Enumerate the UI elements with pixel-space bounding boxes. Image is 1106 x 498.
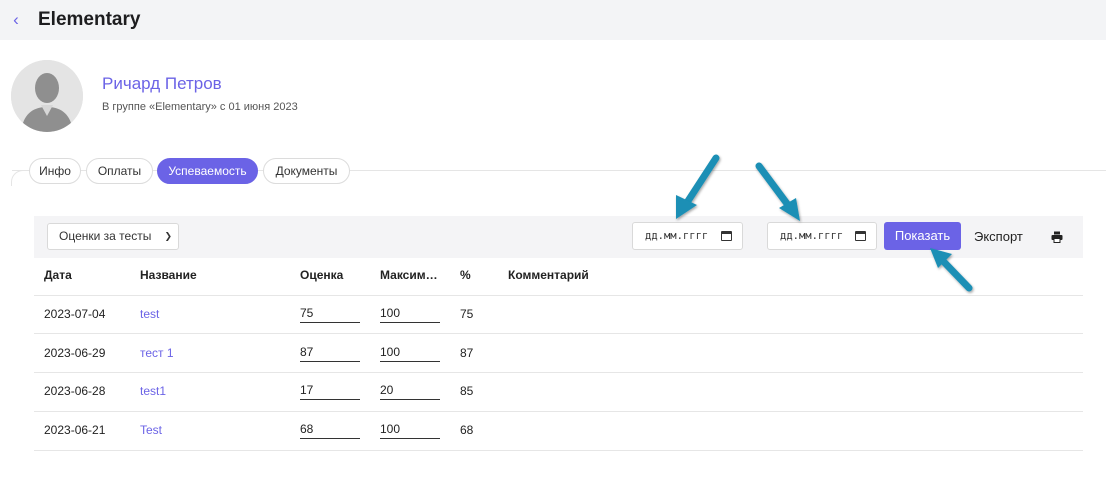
column-header-name: Название: [140, 268, 197, 282]
date-from-placeholder: дд.мм.гггг: [645, 230, 709, 242]
max-score-input[interactable]: 100: [380, 345, 440, 362]
column-header-score: Оценка: [300, 268, 344, 282]
table-divider: [34, 411, 1083, 412]
tab-info[interactable]: Инфо: [29, 158, 81, 184]
calendar-icon[interactable]: [855, 231, 866, 241]
date-to-placeholder: дд.мм.гггг: [780, 230, 844, 242]
score-input[interactable]: 75: [300, 306, 360, 323]
max-score-input[interactable]: 20: [380, 383, 440, 400]
date-from-input[interactable]: дд.мм.гггг: [632, 222, 743, 250]
print-icon[interactable]: [1051, 230, 1063, 243]
row-test-link[interactable]: Test: [140, 423, 162, 438]
tab-payments[interactable]: Оплаты: [86, 158, 153, 184]
user-group-info: В группе «Elementary» с 01 июня 2023: [102, 101, 298, 113]
row-test-link[interactable]: test: [140, 307, 159, 322]
top-bar: ‹ Elementary: [0, 0, 1106, 40]
show-button[interactable]: Показать: [884, 222, 961, 250]
column-header-comment: Комментарий: [508, 268, 589, 282]
row-percent: 75: [460, 307, 474, 321]
chevron-left-icon[interactable]: ‹: [9, 9, 23, 31]
score-input[interactable]: 68: [300, 422, 360, 439]
column-header-date: Дата: [44, 268, 72, 282]
max-score-input[interactable]: 100: [380, 422, 440, 439]
export-button[interactable]: Экспорт: [974, 228, 1023, 245]
tab-progress[interactable]: Успеваемость: [157, 158, 258, 184]
report-type-value: Оценки за тесты: [59, 229, 152, 243]
row-date: 2023-06-21: [44, 423, 106, 437]
table-divider: [34, 295, 1083, 296]
user-avatar-icon: [11, 60, 83, 132]
tab-documents[interactable]: Документы: [263, 158, 350, 184]
user-name[interactable]: Ричард Петров: [102, 74, 222, 94]
arrow-to-date-from-icon: [676, 154, 720, 219]
table-divider: [34, 372, 1083, 373]
chevron-down-icon: ❯: [164, 231, 172, 241]
calendar-icon[interactable]: [721, 231, 732, 241]
row-test-link[interactable]: test1: [140, 384, 166, 399]
table-divider: [34, 450, 1083, 451]
column-header-percent: %: [460, 268, 471, 282]
score-input[interactable]: 17: [300, 383, 360, 400]
max-score-input[interactable]: 100: [380, 306, 440, 323]
row-date: 2023-06-28: [44, 384, 106, 398]
row-test-link[interactable]: тест 1: [140, 346, 174, 361]
date-to-input[interactable]: дд.мм.гггг: [767, 222, 877, 250]
score-input[interactable]: 87: [300, 345, 360, 362]
arrow-to-date-to-icon: [755, 162, 800, 221]
row-percent: 85: [460, 384, 474, 398]
row-date: 2023-06-29: [44, 346, 106, 360]
report-type-select[interactable]: Оценки за тесты ❯: [47, 223, 179, 250]
row-percent: 68: [460, 423, 474, 437]
row-percent: 87: [460, 346, 474, 360]
row-date: 2023-07-04: [44, 307, 106, 321]
tabs-frame-corner: [11, 170, 27, 186]
page-title: Elementary: [38, 9, 141, 30]
column-header-max: Максим…: [380, 268, 438, 282]
table-divider: [34, 333, 1083, 334]
